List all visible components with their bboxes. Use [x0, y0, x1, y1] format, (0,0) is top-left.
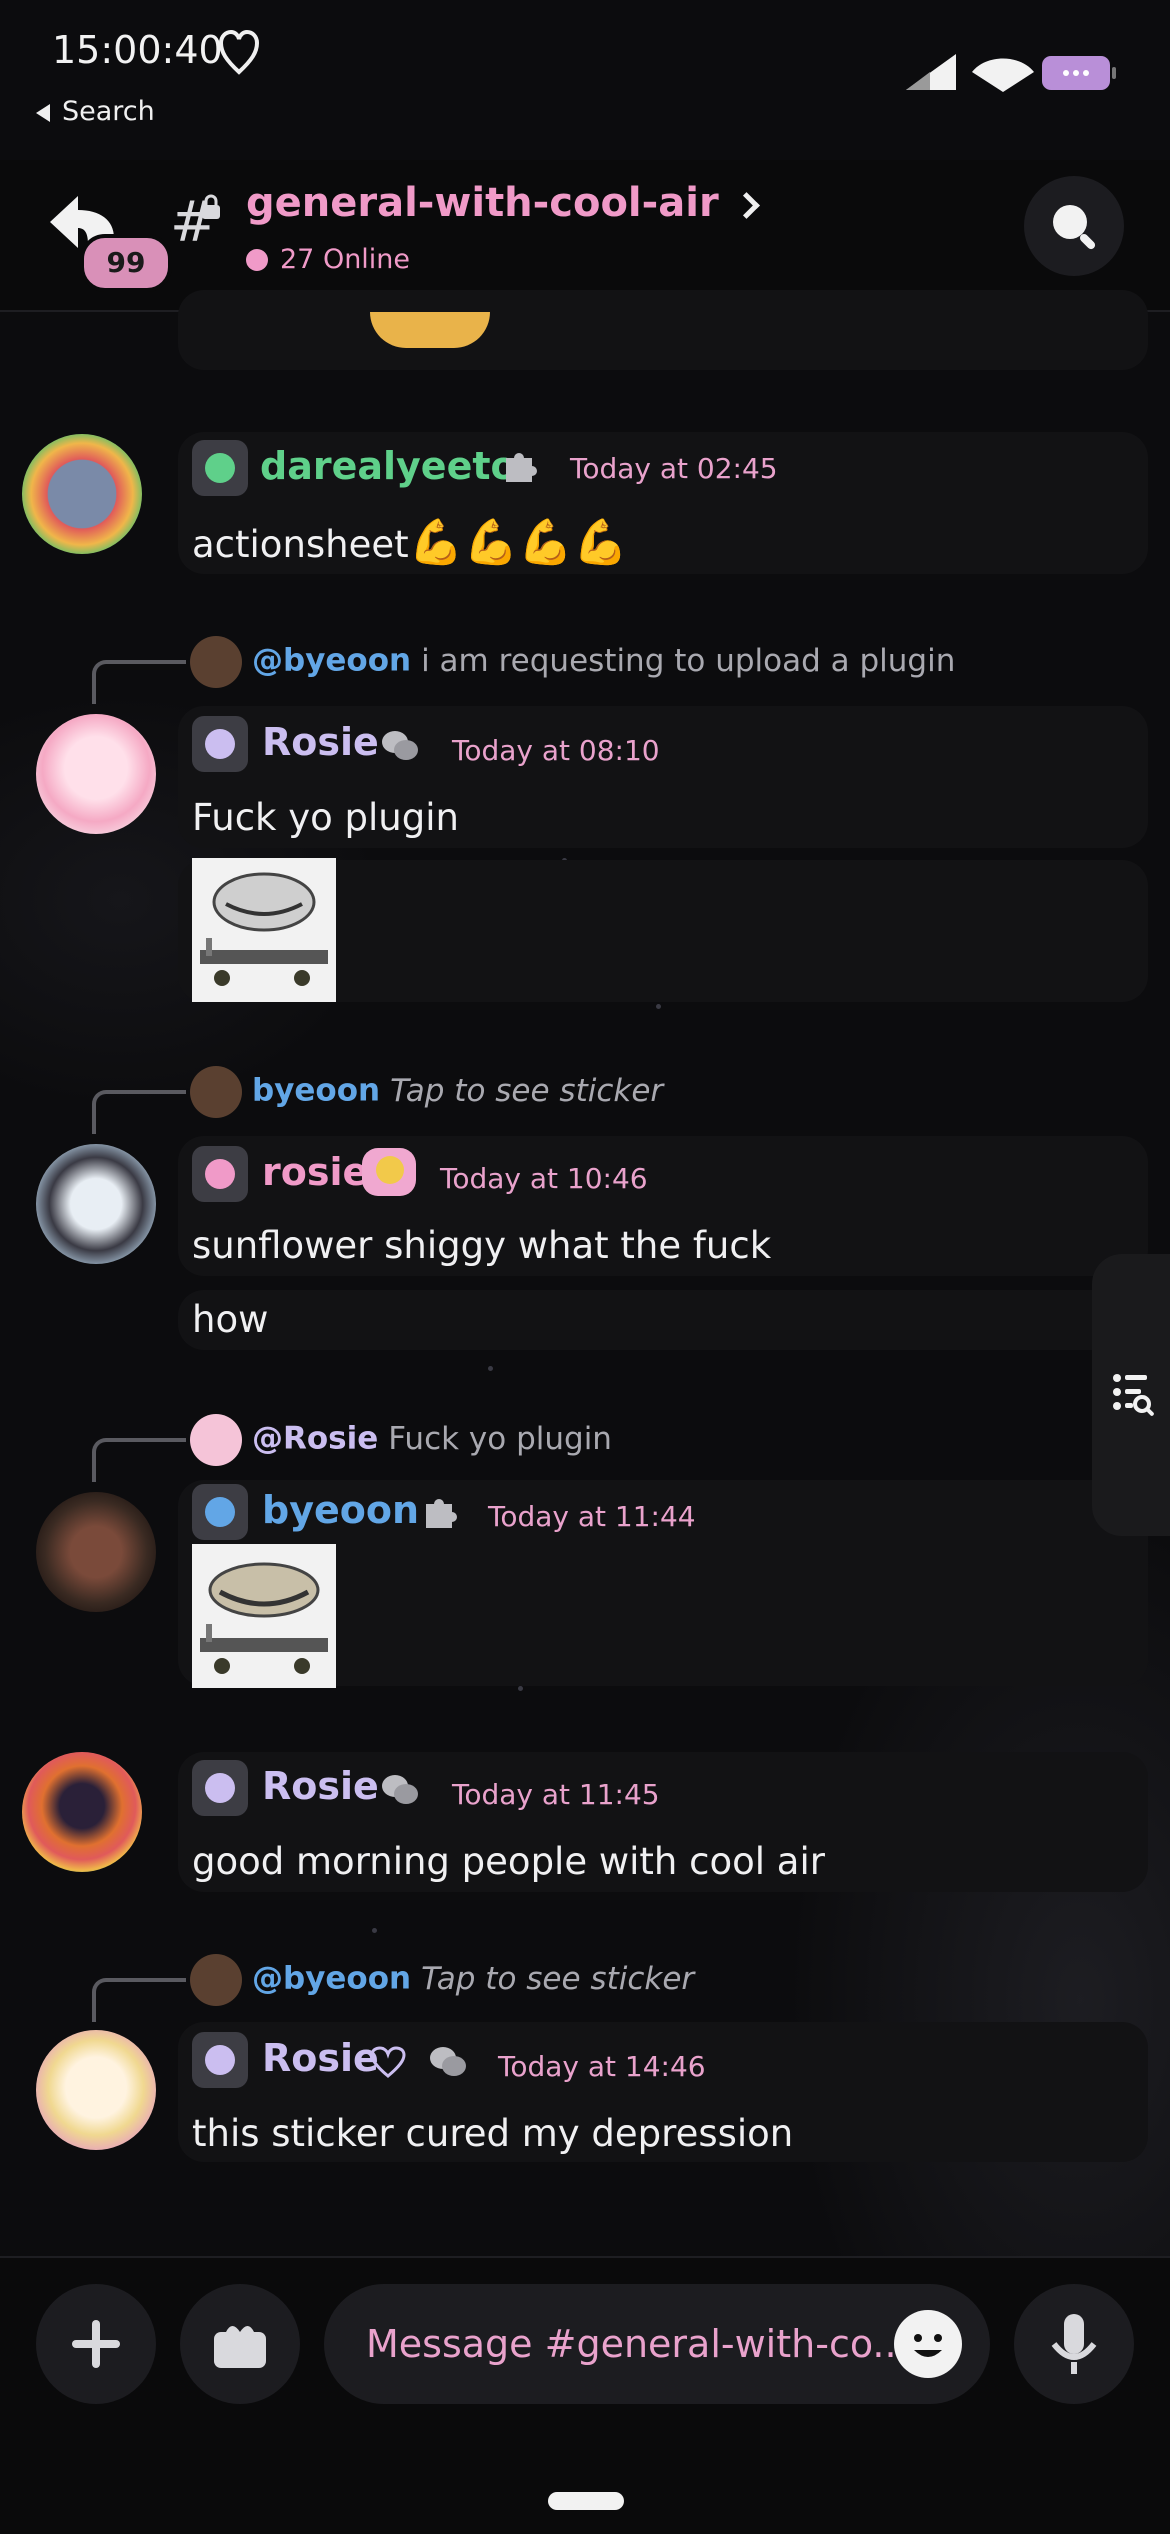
home-indicator[interactable]: [548, 2492, 624, 2510]
reply-avatar: [190, 1954, 242, 2006]
lock-icon: [202, 194, 220, 219]
heart-status-icon: [218, 29, 260, 75]
message-text: sunflower shiggy what the fuck: [192, 1224, 772, 1267]
reply-connector: [92, 1978, 186, 2022]
reply-connector: [92, 1090, 186, 1134]
online-count: 27 Online: [246, 244, 410, 275]
online-text: 27 Online: [280, 244, 411, 275]
avatar[interactable]: [22, 1752, 142, 1872]
reply-author: @Rosie: [252, 1420, 379, 1457]
reply-connector: [92, 660, 186, 704]
chat-bubbles-icon: [430, 2047, 466, 2076]
sticker-remnant: [370, 312, 490, 348]
status-indicator: [192, 2032, 248, 2088]
back-triangle-icon: [36, 103, 50, 122]
reply-text: Fuck yo plugin: [388, 1420, 612, 1457]
member-list-tab[interactable]: [1092, 1254, 1170, 1536]
avatar[interactable]: [22, 434, 142, 554]
emoji-tag-icon: [362, 1148, 416, 1196]
username[interactable]: darealyeeto: [260, 444, 517, 488]
emoji-button[interactable]: [894, 2310, 962, 2378]
timestamp: Today at 08:10: [452, 734, 660, 767]
username[interactable]: Rosie: [262, 2036, 379, 2080]
status-indicator: [192, 716, 248, 772]
avatar[interactable]: [36, 1144, 156, 1264]
puzzle-icon: [506, 453, 538, 482]
status-indicator: [192, 1484, 248, 1540]
username[interactable]: rosie: [262, 1150, 368, 1194]
message-text: how: [192, 1298, 269, 1341]
trollface-cart-image[interactable]: [192, 1544, 336, 1688]
reply-avatar: [190, 1066, 242, 1118]
message-text: Fuck yo plugin: [192, 796, 459, 839]
username[interactable]: Rosie: [262, 720, 379, 764]
reply-text: i am requesting to upload a plugin: [421, 642, 956, 679]
avatar[interactable]: [36, 714, 156, 834]
puzzle-icon: [426, 1499, 458, 1528]
back-to-search-link[interactable]: Search: [36, 96, 155, 127]
username[interactable]: byeoon: [262, 1488, 419, 1532]
reply-text: Tap to see sticker: [421, 1960, 695, 1997]
heart-outline-icon: [370, 2046, 406, 2078]
message-text: good morning people with cool air: [192, 1840, 825, 1883]
chevron-right-icon: [732, 191, 760, 219]
voice-message-button[interactable]: [1014, 2284, 1134, 2404]
reply-preview[interactable]: @byeoon i am requesting to upload a plugi…: [190, 636, 955, 688]
previous-message-card[interactable]: [178, 290, 1148, 370]
reply-author: @byeoon: [252, 642, 412, 679]
message-text: actionsheet💪💪💪💪: [192, 517, 628, 568]
channel-name: general-with-cool-air: [246, 180, 719, 226]
avatar[interactable]: [36, 1492, 156, 1612]
add-button[interactable]: [36, 2284, 156, 2404]
smiley-icon: [914, 2334, 942, 2357]
message-card[interactable]: [178, 1290, 1148, 1350]
search-button[interactable]: [1024, 176, 1124, 276]
reply-avatar: [190, 1414, 242, 1466]
reply-text: Tap to see sticker: [390, 1072, 664, 1109]
reply-author: byeoon: [252, 1072, 381, 1109]
gift-icon: [214, 2326, 266, 2368]
chat-bubbles-icon: [382, 731, 418, 760]
timestamp: Today at 11:45: [452, 1778, 660, 1811]
reply-preview[interactable]: byeoon Tap to see sticker: [190, 1066, 663, 1118]
timestamp: Today at 11:44: [488, 1500, 696, 1533]
message-placeholder: Message #general-with-co...: [366, 2322, 909, 2366]
timestamp: Today at 14:46: [498, 2050, 706, 2083]
chat-bubbles-icon: [382, 1775, 418, 1804]
emoji-flex-icons: 💪💪💪💪: [408, 517, 628, 568]
search-icon: [1053, 205, 1096, 250]
username[interactable]: Rosie: [262, 1764, 379, 1808]
reply-preview[interactable]: @byeoon Tap to see sticker: [190, 1954, 694, 2006]
status-indicator: [192, 1146, 248, 1202]
reply-preview[interactable]: @Rosie Fuck yo plugin: [190, 1414, 612, 1466]
trollface-cart-image[interactable]: [192, 858, 336, 1002]
online-dot-icon: [246, 249, 268, 271]
status-time: 15:00:40: [52, 28, 223, 72]
reply-avatar: [190, 636, 242, 688]
reply-author: @byeoon: [252, 1960, 412, 1997]
avatar[interactable]: [36, 2030, 156, 2150]
timestamp: Today at 10:46: [440, 1162, 648, 1195]
channel-title[interactable]: general-with-cool-air: [246, 180, 760, 226]
status-indicator: [192, 1760, 248, 1816]
system-status-icons: [906, 54, 1116, 92]
microphone-icon: [1051, 2314, 1097, 2374]
reply-connector: [92, 1438, 186, 1482]
back-label: Search: [62, 96, 155, 127]
plus-icon: [72, 2320, 120, 2368]
list-search-icon: [1113, 1374, 1154, 1416]
gift-button[interactable]: [180, 2284, 300, 2404]
wifi-icon: [972, 58, 1034, 92]
timestamp: Today at 02:45: [570, 452, 778, 485]
unread-badge: 99: [80, 234, 172, 292]
message-text: this sticker cured my depression: [192, 2112, 794, 2155]
status-indicator: [192, 440, 248, 496]
